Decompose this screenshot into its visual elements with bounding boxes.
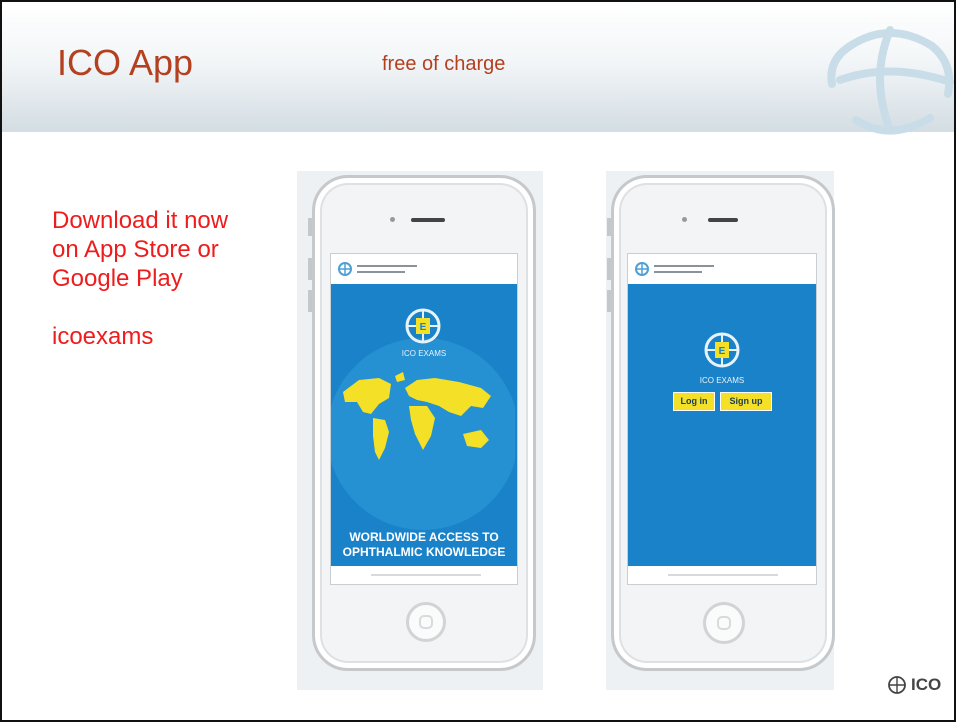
ico-exams-logo-icon: E <box>704 332 740 368</box>
tagline-line: WORLDWIDE ACCESS TO <box>349 530 499 544</box>
login-button[interactable]: Log in <box>673 392 715 411</box>
app-name-label: ICO EXAMS <box>401 349 447 358</box>
app-screen-left: E ICO EXAMS WORLDWIDE ACCESS TO OPHTHALM… <box>330 253 518 585</box>
home-button[interactable] <box>703 602 745 644</box>
app-footer <box>331 566 517 584</box>
speaker-slot <box>411 218 445 222</box>
instruction-line: Google Play <box>52 265 183 292</box>
download-instructions: Download it now on App Store or Google P… <box>52 206 228 351</box>
app-screen-right: E ICO EXAMS Log in Sign up <box>627 253 817 585</box>
app-header <box>331 254 517 284</box>
speaker-slot <box>708 218 738 222</box>
app-name-label: ICO EXAMS <box>699 376 745 385</box>
brand-label: ICO <box>911 675 942 694</box>
svg-text:E: E <box>420 322 427 333</box>
app-header <box>628 254 816 284</box>
camera-dot <box>682 217 687 222</box>
phone-mockup-right: E ICO EXAMS Log in Sign up <box>607 175 835 671</box>
tagline-line: OPHTHALMIC KNOWLEDGE <box>342 545 506 559</box>
instruction-line: Download it now <box>52 207 229 234</box>
app-footer <box>628 566 816 584</box>
splash-panel: E ICO EXAMS WORLDWIDE ACCESS TO OPHTHALM… <box>331 284 517 566</box>
home-button[interactable] <box>406 602 446 642</box>
app-search-term: icoexams <box>52 323 154 350</box>
svg-text:E: E <box>719 346 726 357</box>
page-title: ICO App <box>57 42 194 83</box>
world-map-graphic: E <box>331 308 515 530</box>
login-panel: E ICO EXAMS Log in Sign up <box>628 284 816 566</box>
globe-logo-icon <box>827 26 954 135</box>
signup-button[interactable]: Sign up <box>720 392 772 411</box>
ico-brand-icon <box>888 676 906 694</box>
slide-header: ICO App free of charge <box>2 2 954 132</box>
phone-mockup-left: E ICO EXAMS WORLDWIDE ACCESS TO OPHTHALM… <box>308 175 536 671</box>
ico-mini-logo-icon <box>338 262 352 276</box>
ico-mini-logo-icon <box>635 262 649 276</box>
page-subtitle: free of charge <box>382 53 506 75</box>
slide: ICO App free of charge Download it now o… <box>0 0 956 722</box>
instruction-line: on App Store or <box>52 236 219 263</box>
camera-dot <box>390 217 395 222</box>
